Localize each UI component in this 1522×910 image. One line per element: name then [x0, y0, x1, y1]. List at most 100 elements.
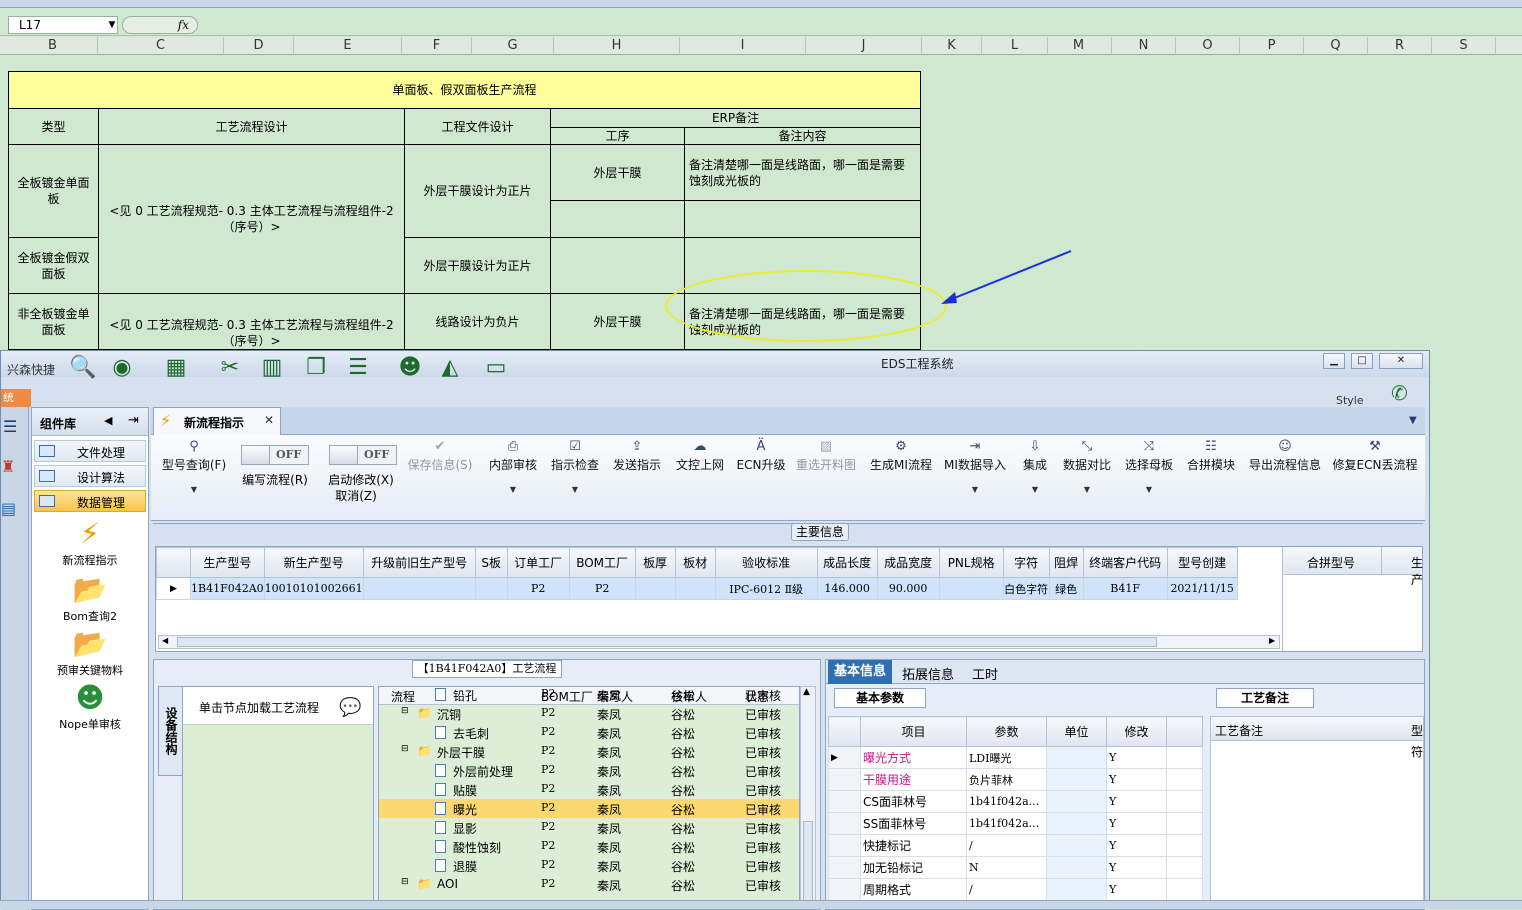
- params-cell-unit[interactable]: [1046, 790, 1107, 813]
- compare-button[interactable]: ⤡ 数据对比 ▼: [1059, 439, 1115, 497]
- column-header-k[interactable]: K: [922, 37, 982, 55]
- params-cell-edit[interactable]: Y: [1106, 790, 1167, 813]
- column-header-l[interactable]: L: [982, 37, 1048, 55]
- params-header-cell[interactable]: 修改: [1106, 716, 1167, 747]
- horizontal-scrollbar[interactable]: ◀ ▶: [158, 635, 1280, 649]
- tree-row[interactable]: 曝光 P2 秦凤 谷松 已审核: [379, 799, 799, 818]
- check-instruction-button[interactable]: ☑ 指示检查 ▼: [547, 439, 603, 497]
- production-header[interactable]: 生产: [1411, 554, 1423, 588]
- column-header-j[interactable]: J: [806, 37, 922, 55]
- scroll-left-icon[interactable]: ◀: [162, 636, 168, 645]
- tree-row[interactable]: ⊟ 📁 沉铜 P2 秦凤 谷松 已审核: [379, 704, 799, 723]
- column-header-s[interactable]: S: [1432, 37, 1496, 55]
- params-row[interactable]: 干膜用途 负片菲林 Y: [828, 768, 1203, 791]
- params-cell-unit[interactable]: [1046, 856, 1107, 879]
- header-process-design[interactable]: 工艺流程设计: [98, 108, 405, 146]
- tree-row[interactable]: 酸性蚀刻 P2 秦凤 谷松 已审核: [379, 837, 799, 856]
- tab-new-flow[interactable]: ⚡ 新流程指示 ✕: [153, 407, 281, 435]
- params-cell-unit[interactable]: [1046, 834, 1107, 857]
- params-cell-value[interactable]: 1b41f042a...: [966, 790, 1047, 813]
- lib-big-new-flow[interactable]: ⚡ 新流程指示: [32, 518, 148, 568]
- save-info-button[interactable]: ✔ 保存信息(S): [405, 439, 475, 473]
- minimize-icon[interactable]: ▁: [1323, 353, 1345, 369]
- fx-button[interactable]: fx: [122, 16, 198, 34]
- grid-cell[interactable]: 90.000: [876, 577, 940, 600]
- cell-type-3[interactable]: 非全板镀金单面板: [8, 293, 99, 350]
- cell-process-1[interactable]: <见 0 工艺流程规范- 0.3 主体工艺流程与流程组件-2（序号）>: [98, 144, 405, 295]
- cell-step-1b[interactable]: [550, 200, 685, 239]
- column-header-h[interactable]: H: [554, 37, 680, 55]
- list-icon[interactable]: ☰: [345, 355, 371, 381]
- grid-header-cell[interactable]: 板材: [674, 547, 716, 578]
- column-header-g[interactable]: G: [472, 37, 554, 55]
- merge-model-header[interactable]: 合拼型号: [1307, 554, 1355, 571]
- tab-extended-info[interactable]: 拓展信息: [902, 664, 954, 683]
- grid-cell[interactable]: IPC-6012 Ⅱ级: [714, 577, 818, 600]
- grid-header-cell[interactable]: S板: [474, 547, 508, 578]
- select-mother-board-button[interactable]: ⤨ 选择母板 ▼: [1121, 439, 1177, 497]
- cell-step-2[interactable]: [550, 237, 685, 295]
- search-icon[interactable]: 🔍: [69, 355, 96, 381]
- params-cell-value[interactable]: LDI曝光: [966, 746, 1047, 769]
- grid-header-cell[interactable]: 型号创建: [1166, 547, 1238, 578]
- column-header-o[interactable]: O: [1176, 37, 1240, 55]
- params-cell-edit[interactable]: Y: [1106, 768, 1167, 791]
- lib-item-algorithm[interactable]: 设计算法: [34, 465, 146, 487]
- tree-row[interactable]: ⊟ 📁 AOI P2 秦凤 谷松 已审核: [379, 875, 799, 894]
- cell-file-2[interactable]: 外层干膜设计为正片: [404, 237, 551, 295]
- grid-cell[interactable]: P2: [506, 577, 570, 600]
- params-cell-value[interactable]: 负片菲林: [966, 768, 1047, 791]
- grid-header-cell[interactable]: 订单工厂: [506, 547, 570, 578]
- search-model-button[interactable]: ⚲ 型号查询(F) ▼: [157, 439, 231, 497]
- params-cell-edit[interactable]: Y: [1106, 878, 1167, 901]
- tree-row[interactable]: 退膜 P2 秦凤 谷松 已审核: [379, 856, 799, 875]
- grid-cell[interactable]: B41F: [1082, 577, 1168, 600]
- sheet-title[interactable]: 单面板、假双面板生产流程: [7, 70, 922, 110]
- doc-online-button[interactable]: ☁ 文控上网: [671, 439, 729, 473]
- film-icon[interactable]: ▥: [259, 355, 285, 381]
- menu-icon[interactable]: ☰: [3, 417, 17, 436]
- grid-cell[interactable]: P2: [568, 577, 636, 600]
- lib-item-data[interactable]: 数据管理: [34, 490, 146, 512]
- cell-note-1[interactable]: 备注清楚哪一面是线路面，哪一面是需要蚀刻成光板的: [683, 144, 922, 202]
- params-cell-value[interactable]: /: [966, 878, 1047, 901]
- merge-module-button[interactable]: ☷ 合拼模块: [1183, 439, 1239, 473]
- ecn-upgrade-button[interactable]: Ä ECN升级: [735, 439, 787, 473]
- scroll-right-icon[interactable]: ▶: [1269, 636, 1275, 645]
- lib-big-bom[interactable]: 📂 Bom查询2: [32, 574, 148, 624]
- tree-row[interactable]: 去毛刺 P2 秦凤 谷松 已审核: [379, 723, 799, 742]
- grid-cell[interactable]: [362, 577, 476, 600]
- grid-header-cell[interactable]: 生产型号: [190, 547, 265, 578]
- table-row[interactable]: ▶ 1B41F042A0 10010101002661 P2 P2 IPC-6012 Ⅱ级…: [156, 577, 1238, 600]
- scroll-thumb[interactable]: [177, 637, 1157, 647]
- tool-icon[interactable]: ▤: [1, 499, 16, 518]
- scissors-icon[interactable]: ✂: [217, 355, 243, 381]
- device-structure-tab[interactable]: 设备结构: [158, 686, 182, 776]
- style-menu[interactable]: Style: [1336, 394, 1364, 407]
- params-cell-item[interactable]: 干膜用途: [860, 768, 967, 791]
- column-header-e[interactable]: E: [294, 37, 402, 55]
- params-cell-edit[interactable]: Y: [1106, 812, 1167, 835]
- grid-cell[interactable]: [474, 577, 508, 600]
- params-row[interactable]: 快捷标记 / Y: [828, 834, 1203, 857]
- params-row[interactable]: SS面菲林号 1b41f042a... Y: [828, 812, 1203, 835]
- monitor-icon[interactable]: ▭: [483, 355, 509, 381]
- tree-row[interactable]: 显影 P2 秦凤 谷松 已审核: [379, 818, 799, 837]
- grid-cell[interactable]: [634, 577, 676, 600]
- side-tab[interactable]: 统: [1, 389, 31, 407]
- cell-type-1[interactable]: 全板镀金单面板: [8, 144, 99, 239]
- grid-header-cell[interactable]: 终端客户代码: [1082, 547, 1168, 578]
- grid-header-cell[interactable]: BOM工厂: [568, 547, 636, 578]
- params-row[interactable]: 加无铅标记 N Y: [828, 856, 1203, 879]
- params-cell-item[interactable]: 加无铅标记: [860, 856, 967, 879]
- params-row[interactable]: ▶ 曝光方式 LDI曝光 Y: [828, 746, 1203, 769]
- params-cell-unit[interactable]: [1046, 768, 1107, 791]
- params-cell-item[interactable]: SS面菲林号: [860, 812, 967, 835]
- params-cell-edit[interactable]: Y: [1106, 834, 1167, 857]
- grid-cell[interactable]: 10010101002661: [263, 577, 364, 600]
- params-cell-value[interactable]: /: [966, 834, 1047, 857]
- close-icon[interactable]: ✕: [264, 413, 274, 427]
- params-cell-edit[interactable]: Y: [1106, 856, 1167, 879]
- collapse-icon[interactable]: ⊟: [401, 744, 409, 754]
- params-cell-item[interactable]: CS面菲林号: [860, 790, 967, 813]
